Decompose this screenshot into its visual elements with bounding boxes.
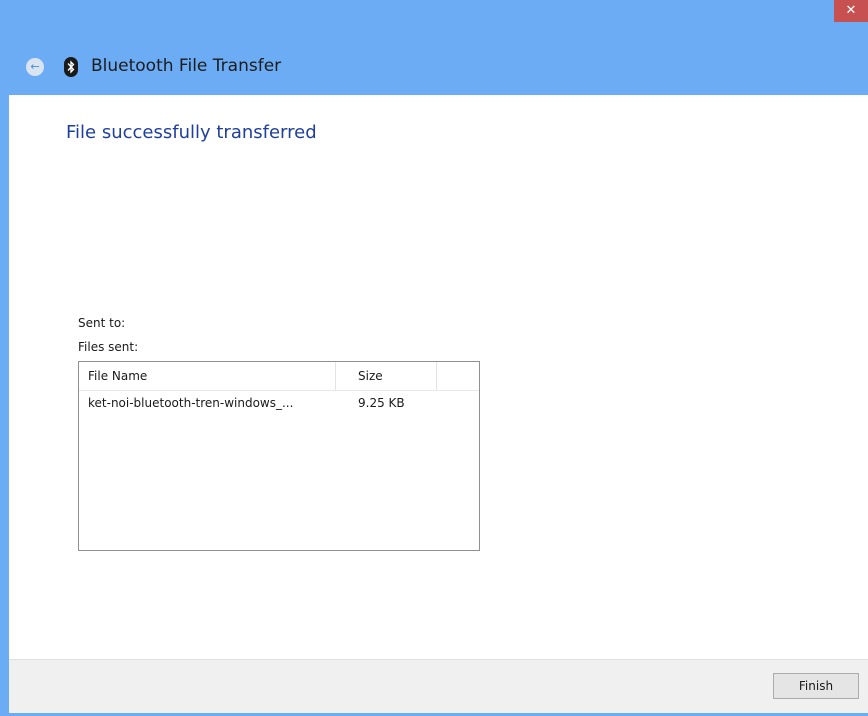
column-divider[interactable] [436,362,437,390]
window-frame-left [0,0,9,716]
file-name-cell: ket-noi-bluetooth-tren-windows_... [88,396,294,410]
close-button[interactable]: ✕ [834,0,868,22]
page-title: File successfully transferred [66,122,317,143]
back-button[interactable]: ← [26,58,44,76]
dialog-title: Bluetooth File Transfer [91,56,282,76]
window-frame-top [0,0,868,40]
dialog-content: File successfully transferred Sent to: F… [9,95,868,659]
list-header: File Name Size [79,362,479,391]
files-sent-label: Files sent: [78,340,139,354]
finish-button[interactable]: Finish [773,673,859,699]
column-divider[interactable] [335,362,336,390]
table-row[interactable]: ket-noi-bluetooth-tren-windows_... 9.25 … [79,392,479,414]
bluetooth-transfer-window: ✕ ← Bluetooth File Transfer File success… [0,0,868,716]
bluetooth-icon [64,57,78,77]
column-header-size[interactable]: Size [358,362,383,390]
file-size-cell: 9.25 KB [358,396,405,410]
dialog-header: ← Bluetooth File Transfer [0,40,868,95]
dialog-footer: Finish [9,659,868,713]
sent-to-label: Sent to: [78,316,126,330]
column-header-file-name[interactable]: File Name [88,362,147,390]
close-icon: ✕ [845,3,857,18]
back-arrow-icon: ← [30,60,40,73]
files-sent-list[interactable]: File Name Size ket-noi-bluetooth-tren-wi… [78,361,480,551]
